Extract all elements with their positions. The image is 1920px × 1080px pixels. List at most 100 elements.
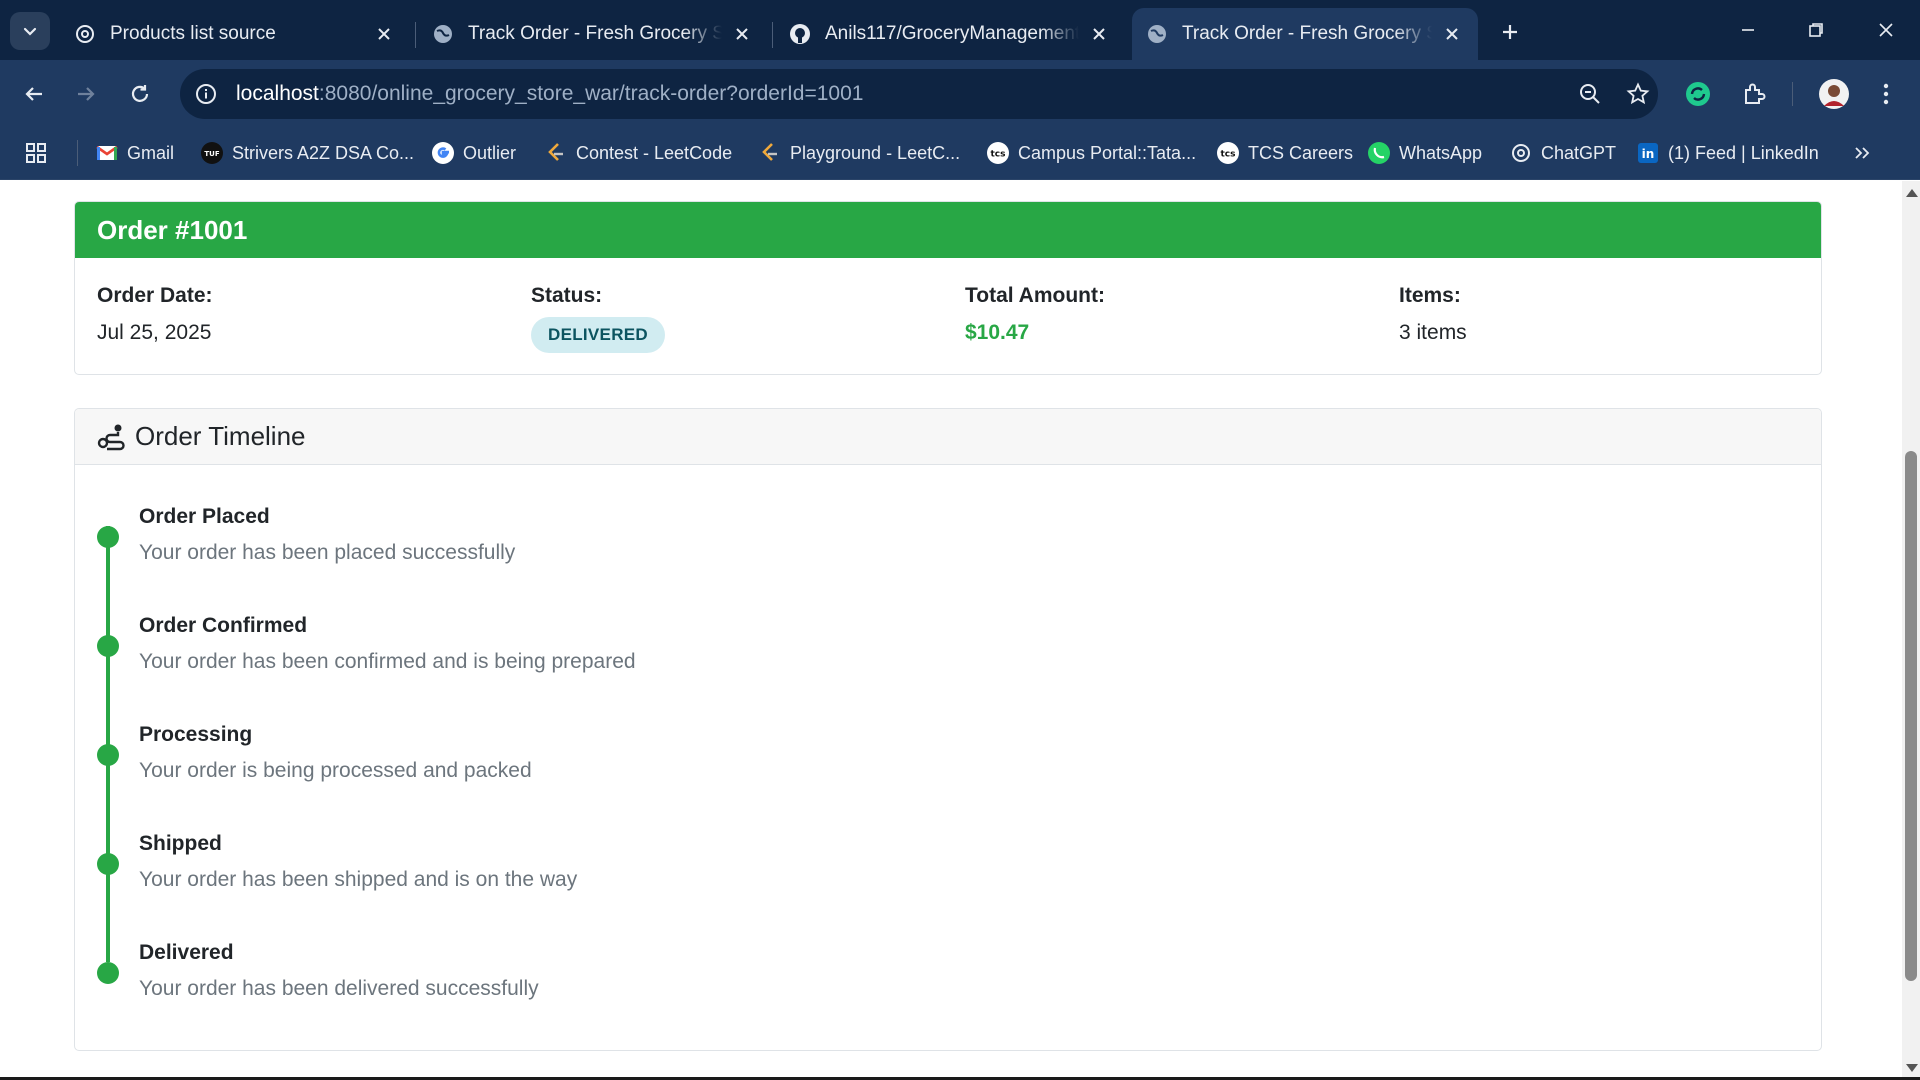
- avatar[interactable]: [1814, 74, 1854, 114]
- order-timeline-card: Order Timeline Order Placed Your order h…: [74, 408, 1822, 1051]
- timeline-step-description: Your order has been placed successfully: [139, 541, 516, 564]
- tcs-icon: tcs: [986, 141, 1010, 165]
- url-text: localhost:8080/online_grocery_store_war/…: [236, 82, 863, 106]
- globe-icon: [1146, 23, 1168, 45]
- bookmark-label: TCS Careers: [1248, 142, 1354, 163]
- plus-icon: [1503, 25, 1517, 39]
- order-amount-value: $10.47: [965, 321, 1030, 344]
- globe-icon: [432, 23, 454, 45]
- tab-products-list-source[interactable]: Products list source: [60, 8, 410, 60]
- toolbar-divider: [1792, 82, 1793, 106]
- address-bar[interactable]: localhost:8080/online_grocery_store_war/…: [180, 69, 1658, 119]
- zoom-icon[interactable]: [1574, 78, 1606, 110]
- reload-icon: [131, 85, 149, 102]
- chatgpt-icon: [1509, 141, 1533, 165]
- more-menu-icon[interactable]: [1866, 74, 1906, 114]
- svg-text:in: in: [1642, 147, 1655, 161]
- bookmark-label: Outlier: [463, 142, 517, 163]
- arrow-left-icon: [25, 87, 42, 101]
- bookmark-chatgpt[interactable]: ChatGPT: [1509, 138, 1616, 168]
- bookmark-contest-leetcode[interactable]: Contest - LeetCode: [544, 138, 732, 168]
- close-icon: [1879, 23, 1893, 37]
- timeline-step: Processing Your order is being processed…: [75, 723, 1675, 803]
- close-window-button[interactable]: [1868, 14, 1904, 46]
- url-host: localhost: [236, 82, 319, 105]
- order-status-label: Status:: [531, 284, 603, 307]
- tab-strip: Products list source Track Order - Fresh…: [0, 0, 1920, 60]
- timeline-header: Order Timeline: [75, 409, 1821, 465]
- close-icon[interactable]: [372, 22, 396, 46]
- tab-title: Track Order - Fresh Grocery Store: [1182, 23, 1432, 44]
- forward-button[interactable]: [66, 74, 106, 114]
- order-date-value: Jul 25, 2025: [97, 321, 212, 344]
- close-icon[interactable]: [1440, 22, 1464, 46]
- scroll-thumb[interactable]: [1905, 451, 1917, 981]
- site-info-icon[interactable]: [190, 78, 222, 110]
- bookmark-separator: [77, 140, 78, 166]
- timeline-dot: [97, 962, 119, 984]
- bookmark-label: (1) Feed | LinkedIn: [1668, 142, 1819, 163]
- order-items-value: 3 items: [1399, 321, 1467, 344]
- tab-separator: [772, 22, 773, 48]
- extension-sync-icon[interactable]: [1678, 74, 1718, 114]
- timeline-dot: [97, 635, 119, 657]
- linkedin-icon: in: [1636, 141, 1660, 165]
- close-icon[interactable]: [1087, 22, 1111, 46]
- tuf-icon: TUF: [200, 141, 224, 165]
- timeline-step: Delivered Your order has been delivered …: [75, 941, 1675, 1021]
- bookmark-label: Campus Portal::Tata...: [1018, 142, 1197, 163]
- minimize-button[interactable]: [1730, 14, 1766, 46]
- page-scrollbar[interactable]: [1902, 181, 1920, 1080]
- bookmark-playground-leetcode[interactable]: Playground - LeetC...: [758, 138, 960, 168]
- leetcode-icon: [758, 141, 782, 165]
- scroll-down-arrow-icon[interactable]: [1906, 1064, 1918, 1072]
- route-icon: [97, 424, 125, 450]
- timeline-dot: [97, 526, 119, 548]
- whatsapp-icon: [1367, 141, 1391, 165]
- google-icon: [431, 141, 455, 165]
- tab-search-button[interactable]: [10, 12, 50, 50]
- tab-title: Products list source: [110, 23, 276, 44]
- tcs-icon: tcs: [1216, 141, 1240, 165]
- timeline-step-title: Order Placed: [139, 505, 270, 528]
- new-tab-button[interactable]: [1494, 16, 1526, 48]
- timeline-step-description: Your order has been shipped and is on th…: [139, 868, 578, 891]
- bookmarks-bar: Gmail TUF Strivers A2Z DSA Co... Outlier…: [0, 128, 1920, 180]
- timeline-body: Order Placed Your order has been placed …: [75, 465, 1821, 1050]
- bookmark-whatsapp[interactable]: WhatsApp: [1367, 138, 1482, 168]
- apps-button[interactable]: [24, 138, 48, 168]
- scroll-up-arrow-icon[interactable]: [1906, 189, 1918, 197]
- order-header: Order #1001: [75, 202, 1821, 258]
- bookmark-outlier[interactable]: Outlier: [431, 138, 516, 168]
- restore-button[interactable]: [1798, 14, 1834, 46]
- bookmark-gmail[interactable]: Gmail: [95, 138, 174, 168]
- bookmark-linkedin[interactable]: in (1) Feed | LinkedIn: [1636, 138, 1819, 168]
- star-icon[interactable]: [1622, 78, 1654, 110]
- minimize-icon: [1742, 29, 1754, 31]
- tab-track-order-active[interactable]: Track Order - Fresh Grocery Store: [1132, 8, 1478, 60]
- back-button[interactable]: [14, 74, 54, 114]
- page-viewport: Order #1001 Order Date: Jul 25, 2025 Sta…: [0, 181, 1902, 1080]
- close-icon[interactable]: [730, 22, 754, 46]
- bookmark-label: WhatsApp: [1399, 142, 1483, 163]
- tab-separator: [415, 22, 416, 48]
- bookmark-label: Playground - LeetC...: [790, 142, 961, 163]
- tab-track-order-1[interactable]: Track Order - Fresh Grocery Store: [418, 8, 768, 60]
- more-bookmarks-button[interactable]: [1852, 138, 1872, 168]
- order-items-field: Items: 3 items: [1399, 284, 1467, 345]
- bookmark-strivers[interactable]: TUF Strivers A2Z DSA Co...: [200, 138, 414, 168]
- tab-github-repo[interactable]: Anils117/GroceryManagement/...: [775, 8, 1125, 60]
- order-date-label: Order Date:: [97, 284, 213, 307]
- bookmark-label: Gmail: [127, 142, 175, 163]
- reload-button[interactable]: [120, 74, 160, 114]
- order-items-label: Items:: [1399, 284, 1461, 307]
- timeline-step-title: Processing: [139, 723, 253, 746]
- chevron-down-icon: [23, 27, 37, 36]
- bookmark-campus-portal[interactable]: tcs Campus Portal::Tata...: [986, 138, 1196, 168]
- bookmark-tcs-careers[interactable]: tcs TCS Careers: [1216, 138, 1353, 168]
- double-chevron-right-icon: [1855, 147, 1870, 159]
- bookmark-label: ChatGPT: [1541, 142, 1617, 163]
- order-amount-field: Total Amount: $10.47: [965, 284, 1105, 345]
- extensions-puzzle-icon[interactable]: [1734, 74, 1774, 114]
- gmail-icon: [95, 141, 119, 165]
